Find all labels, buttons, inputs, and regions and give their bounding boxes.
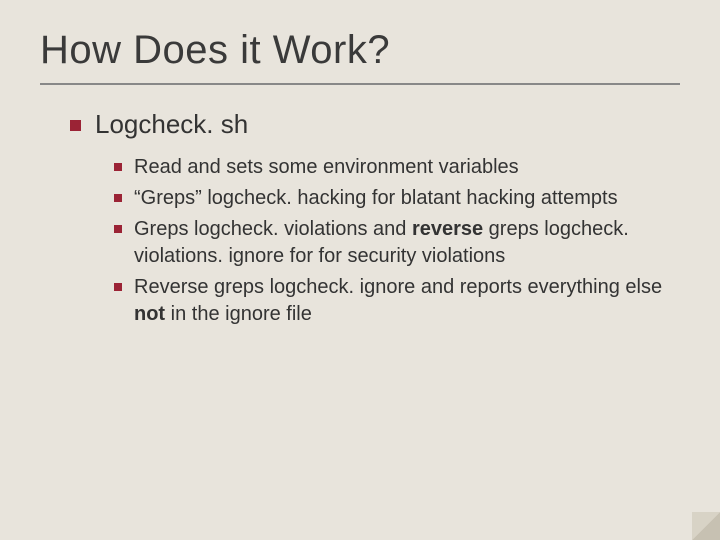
list-item: Greps logcheck. violations and reverse g…	[114, 216, 680, 270]
list-item: Read and sets some environment variables	[114, 154, 680, 181]
bullet-level-2: Read and sets some environment variables…	[40, 154, 680, 328]
level1-text: Logcheck. sh	[95, 109, 248, 140]
square-bullet-icon	[114, 163, 122, 171]
list-item: “Greps” logcheck. hacking for blatant ha…	[114, 185, 680, 212]
square-bullet-icon	[70, 120, 81, 131]
level2-text: Greps logcheck. violations and reverse g…	[134, 216, 674, 270]
text-run: Greps logcheck. violations and	[134, 218, 412, 240]
level2-text: Reverse greps logcheck. ignore and repor…	[134, 274, 674, 328]
text-run: Reverse greps logcheck. ignore and repor…	[134, 276, 662, 298]
text-run: in the ignore file	[165, 303, 312, 325]
slide-title: How Does it Work?	[40, 28, 680, 85]
level2-text: Read and sets some environment variables	[134, 154, 519, 181]
bullet-level-1: Logcheck. sh	[40, 109, 680, 140]
list-item: Logcheck. sh	[70, 109, 680, 140]
text-bold: reverse	[412, 218, 483, 240]
level2-text: “Greps” logcheck. hacking for blatant ha…	[134, 185, 618, 212]
text-bold: not	[134, 303, 165, 325]
corner-fold-decoration	[692, 512, 720, 540]
slide: How Does it Work? Logcheck. sh Read and …	[0, 0, 720, 328]
square-bullet-icon	[114, 283, 122, 291]
list-item: Reverse greps logcheck. ignore and repor…	[114, 274, 680, 328]
square-bullet-icon	[114, 225, 122, 233]
square-bullet-icon	[114, 194, 122, 202]
